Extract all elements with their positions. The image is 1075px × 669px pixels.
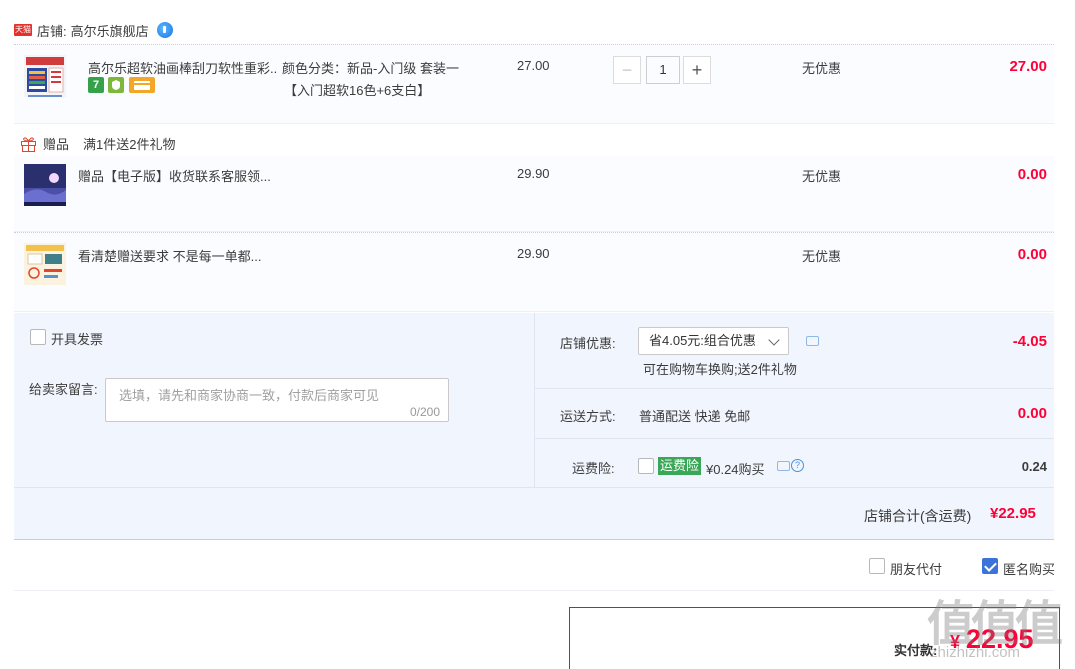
badge-card-icon — [129, 77, 155, 93]
store-discount-amount: -4.05 — [1012, 333, 1047, 350]
anonymous-checkbox[interactable] — [982, 558, 998, 574]
shipping-value: 普通配送 快递 免邮 — [639, 409, 751, 424]
gift-icon — [20, 136, 37, 152]
friend-pay-checkbox[interactable] — [869, 558, 885, 574]
badge-7day-icon: 7 — [88, 77, 104, 93]
gift-2-unit-price: 29.90 — [517, 246, 550, 261]
message-placeholder: 选填，请先和商家协商一致，付款后商家可见 — [119, 388, 380, 403]
anonymous-label[interactable]: 匿名购买 — [1003, 559, 1055, 578]
panel-divider-vertical — [534, 313, 535, 487]
message-bubble-icon[interactable] — [806, 336, 819, 346]
store-discount-selected: 省4.05元:组合优惠 — [649, 333, 756, 348]
gift-section-header: 赠品 满1件送2件礼物 — [20, 134, 175, 153]
panel-divider-2 — [535, 438, 1054, 439]
insurance-tag: 运费险 — [658, 457, 702, 475]
invoice-label[interactable]: 开具发票 — [51, 329, 103, 348]
store-discount-note: 可在购物车换购;送2件礼物 — [643, 362, 797, 377]
gift-1-total: 0.00 — [1017, 166, 1047, 183]
quantity-increase-button[interactable]: + — [683, 56, 711, 84]
help-question-icon[interactable]: ? — [791, 459, 804, 472]
gift-row-2 — [14, 232, 1054, 312]
store-total-label: 店铺合计(含运费) — [864, 508, 972, 524]
options-divider — [14, 590, 1054, 591]
quantity-input[interactable]: 1 — [646, 56, 680, 84]
gift-section-rule: 满1件送2件礼物 — [83, 137, 176, 152]
store-discount-label: 店铺优惠: — [560, 336, 616, 351]
gift-1-thumbnail[interactable] — [24, 164, 66, 206]
message-counter: 0/200 — [409, 405, 440, 419]
panel-divider-3 — [14, 487, 1054, 488]
main-item-row — [14, 44, 1054, 124]
insurance-amount: 0.24 — [1021, 459, 1047, 474]
main-item-total: 27.00 — [1009, 58, 1047, 75]
insurance-label: 运费险: — [572, 461, 615, 476]
panel-divider-1 — [535, 388, 1054, 389]
message-label: 给卖家留言: — [29, 382, 98, 397]
shipping-amount: 0.00 — [1017, 405, 1047, 422]
main-item-sku-line2: 【入门超软16色+6支白】 — [284, 83, 431, 98]
main-item-thumbnail[interactable] — [24, 55, 66, 97]
store-total-amount: ¥22.95 — [990, 505, 1036, 522]
gift-2-total: 0.00 — [1017, 246, 1047, 263]
gift-1-title[interactable]: 赠品【电子版】收货联系客服领... — [78, 166, 271, 185]
main-item-title[interactable]: 高尔乐超软油画棒刮刀软性重彩... — [88, 58, 278, 77]
gift-2-title[interactable]: 看清楚赠送要求 不是每一单都... — [78, 246, 261, 265]
shop-header: 天猫 店铺: 高尔乐旗舰店 — [14, 18, 173, 42]
wangwang-chat-icon[interactable] — [156, 22, 173, 38]
gift-2-discount: 无优惠 — [802, 249, 842, 264]
quantity-decrease-button[interactable]: − — [613, 56, 641, 84]
shipping-label: 运送方式: — [560, 409, 616, 424]
friend-pay-label[interactable]: 朋友代付 — [890, 559, 942, 578]
message-bubble-icon[interactable] — [777, 461, 790, 471]
message-textarea[interactable]: 选填，请先和商家协商一致，付款后商家可见 0/200 — [105, 378, 449, 422]
main-item-discount: 无优惠 — [802, 61, 842, 76]
gift-1-unit-price: 29.90 — [517, 166, 550, 181]
insurance-checkbox[interactable] — [638, 458, 654, 474]
gift-1-discount: 无优惠 — [802, 169, 842, 184]
watermark-sub: zhizhizhi.com — [930, 644, 1021, 661]
chevron-down-icon — [768, 334, 780, 346]
gift-section-label: 赠品 — [43, 137, 70, 152]
store-discount-select[interactable]: 省4.05元:组合优惠 — [638, 327, 789, 355]
insurance-price: ¥0.24购买 — [706, 462, 765, 477]
shop-prefix: 店铺: — [37, 23, 67, 39]
tmall-logo-icon: 天猫 — [14, 24, 32, 36]
gift-2-thumbnail[interactable] — [24, 243, 66, 285]
shop-name[interactable]: 高尔乐旗舰店 — [71, 21, 149, 40]
main-item-sku-line1: 颜色分类：新品-入门级 套装一 — [282, 61, 459, 76]
badge-shield-icon — [108, 77, 124, 93]
invoice-checkbox[interactable] — [30, 329, 46, 345]
main-item-unit-price: 27.00 — [517, 58, 550, 73]
